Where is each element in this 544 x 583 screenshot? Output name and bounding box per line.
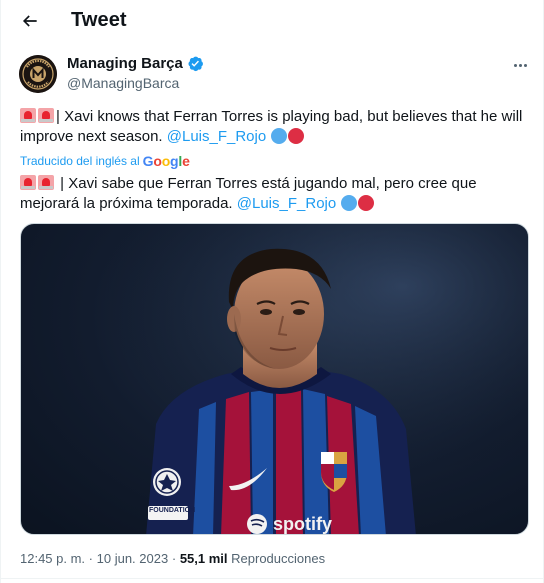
mention-link[interactable]: @Luis_F_Rojo <box>237 195 336 212</box>
tweet-page: Tweet Managing Barça @ManagingBarca | Xa… <box>0 0 544 583</box>
back-button[interactable] <box>13 6 47 36</box>
blue-circle-icon <box>271 128 288 144</box>
author-handle[interactable]: @ManagingBarca <box>67 75 179 91</box>
tweet-meta: 12:45 p. m. · 10 jun. 2023 · 55,1 mil Re… <box>20 551 325 566</box>
page-header: Tweet <box>1 0 544 42</box>
blue-circle-icon <box>341 195 358 211</box>
police-light-icon <box>38 175 54 190</box>
red-circle-icon <box>288 128 305 144</box>
views-count: 55,1 mil <box>179 551 228 566</box>
author-name[interactable]: Managing Barça <box>67 55 204 72</box>
red-circle-icon <box>358 195 375 211</box>
author-name-text: Managing Barça <box>67 55 183 72</box>
tweet-time[interactable]: 12:45 p. m. <box>20 551 85 566</box>
police-light-icon <box>20 108 36 123</box>
player-photo-illustration <box>21 224 528 534</box>
more-dot-icon <box>513 63 517 67</box>
meta-separator: · <box>171 551 177 566</box>
sleeve-badge-text: FOUNDATION <box>149 507 196 514</box>
police-light-icon <box>38 108 54 123</box>
managing-barca-logo <box>19 55 57 93</box>
more-dot-icon <box>523 63 527 67</box>
more-options-button[interactable] <box>507 54 533 76</box>
meta-separator: · <box>88 551 94 566</box>
tweet-date[interactable]: 10 jun. 2023 <box>97 551 169 566</box>
more-dot-icon <box>518 63 522 67</box>
translation-attribution[interactable]: Traducido del inglés al Google <box>20 153 190 169</box>
google-logo: Google <box>142 153 190 169</box>
tweet-photo[interactable]: FOUNDATION spotify <box>20 223 529 535</box>
police-light-icon <box>20 175 36 190</box>
views-label: Reproducciones <box>231 551 326 566</box>
verified-badge-icon <box>188 56 203 72</box>
page-title: Tweet <box>71 9 127 31</box>
jersey-sponsor-text: spotify <box>273 514 333 534</box>
mention-link[interactable]: @Luis_F_Rojo <box>167 128 266 145</box>
arrow-left-icon <box>22 15 37 27</box>
tweet-original-text: | Xavi sabe que Ferran Torres está jugan… <box>20 174 530 214</box>
divider <box>1 578 544 579</box>
tweet-translated-text: | Xavi knows that Ferran Torres is playi… <box>20 107 530 147</box>
avatar[interactable] <box>19 55 57 93</box>
translated-label: Traducido del inglés al <box>20 154 140 168</box>
